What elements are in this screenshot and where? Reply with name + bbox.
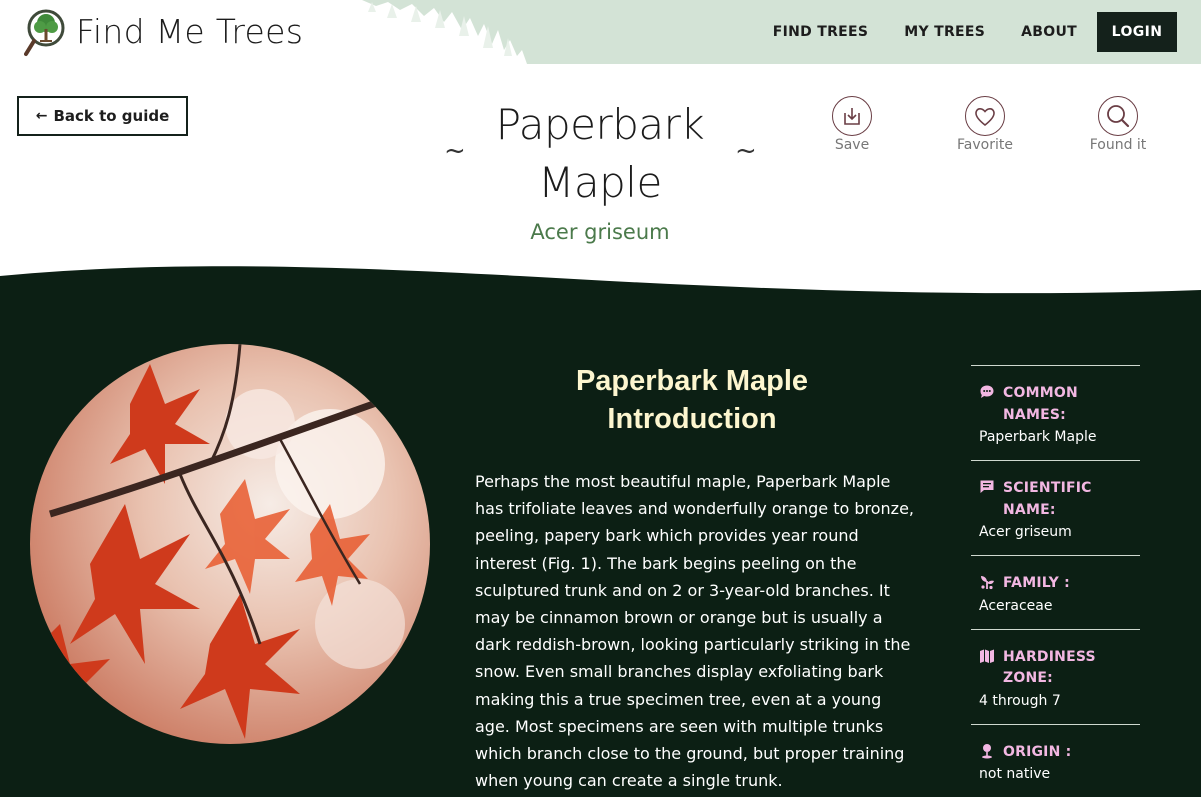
logo-tree-magnifier-icon (24, 9, 65, 56)
intro-heading: Paperbark Maple Introduction (492, 362, 892, 438)
speech-bubble-icon (980, 385, 994, 398)
heart-icon (965, 96, 1005, 136)
intro-heading-line1: Paperbark Maple (575, 365, 809, 397)
fact-value: Paperbark Maple (979, 429, 1097, 445)
nav-my-trees[interactable]: MY TREES (904, 12, 985, 52)
fact-value: 4 through 7 (979, 692, 1061, 709)
fact-label: SCIENTIFIC NAME: (1003, 480, 1092, 518)
tree-facts-list: COMMON NAMES: Paperbark Maple SCIENTIFIC… (971, 365, 1140, 797)
fact-label: FAMILY : (1003, 575, 1070, 591)
scientific-name-subtitle: Acer griseum (530, 220, 670, 244)
map-pin-icon (982, 743, 992, 758)
intro-body-text: Perhaps the most beautiful maple, Paperb… (475, 472, 914, 791)
fact-family: FAMILY : Aceraceae (971, 555, 1140, 629)
login-button[interactable]: LOGIN (1097, 12, 1177, 52)
found-it-label: Found it (1089, 137, 1147, 153)
main-nav: FIND TREES MY TREES ABOUT LOGIN (737, 12, 1177, 52)
arrow-left-icon: ← (35, 108, 48, 124)
fact-value: Aceraceae (979, 597, 1053, 614)
site-header: Find Me Trees FIND TREES MY TREES ABOUT … (0, 0, 1201, 64)
site-logo[interactable]: Find Me Trees (24, 7, 303, 57)
back-to-guide-label: Back to guide (53, 107, 170, 125)
fact-label: COMMON NAMES: (1003, 385, 1078, 423)
fact-common-names: COMMON NAMES: Paperbark Maple (971, 365, 1140, 460)
fact-origin: ORIGIN : not native (971, 723, 1140, 797)
title-tilde-left: ~ (444, 136, 466, 166)
fact-hardiness-zone: HARDINESS ZONE: 4 through 7 (971, 628, 1140, 724)
save-download-icon (832, 96, 872, 136)
fact-label: HARDINESS ZONE: (1003, 648, 1096, 687)
page-title-line1: Paperbark (495, 100, 705, 149)
fact-value: Acer griseum (979, 524, 1072, 540)
map-icon (980, 649, 994, 663)
nav-find-trees[interactable]: FIND TREES (773, 12, 869, 52)
magnifier-icon (1098, 96, 1138, 136)
fact-scientific-name: SCIENTIFIC NAME: Acer griseum (971, 460, 1140, 555)
favorite-label: Favorite (957, 137, 1013, 153)
fact-value: not native (979, 766, 1051, 782)
found-it-button[interactable]: Found it (1070, 96, 1166, 153)
title-tilde-right: ~ (735, 136, 757, 166)
site-name: Find Me Trees (76, 12, 304, 51)
save-button[interactable]: Save (804, 96, 900, 153)
nav-about[interactable]: ABOUT (1021, 12, 1077, 52)
favorite-button[interactable]: Favorite (937, 96, 1033, 153)
comment-icon (980, 480, 994, 493)
page-title: Paperbark Maple (480, 96, 720, 212)
page-title-line2: Maple (538, 158, 662, 207)
save-label: Save (834, 137, 870, 153)
tree-photo (30, 344, 430, 744)
back-to-guide-button[interactable]: ← Back to guide (17, 96, 188, 136)
intro-heading-line2: Introduction (607, 403, 777, 435)
fact-label: ORIGIN : (1003, 743, 1072, 760)
seedling-icon (981, 576, 994, 590)
